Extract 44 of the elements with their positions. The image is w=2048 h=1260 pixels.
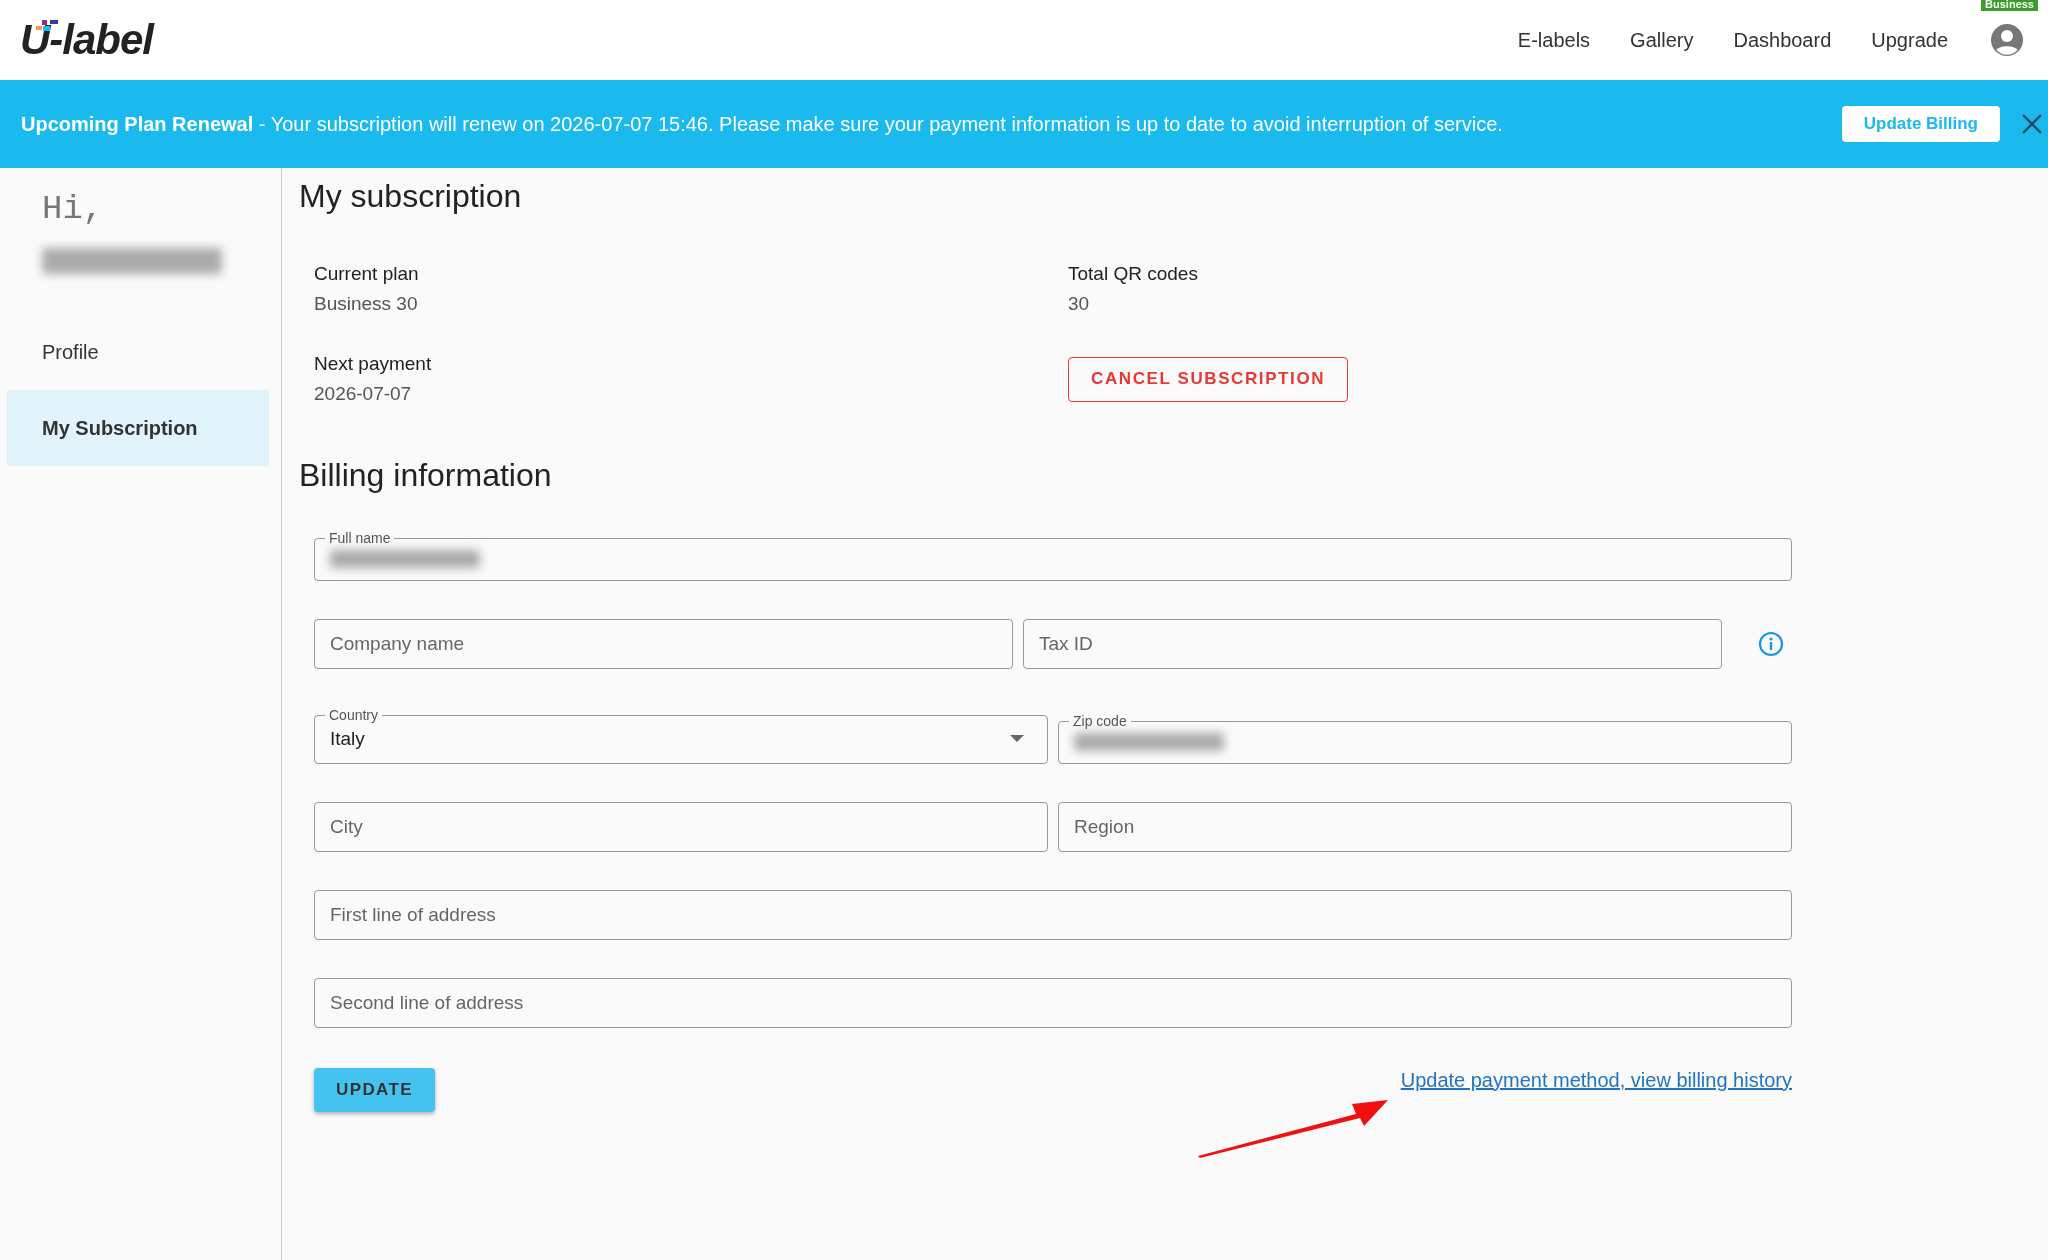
field-label: Country bbox=[328, 707, 380, 723]
avatar-icon[interactable] bbox=[1990, 23, 2024, 57]
input-field[interactable]: Full name bbox=[314, 530, 1792, 581]
field-placeholder: Tax ID bbox=[1039, 632, 1093, 656]
logo[interactable]: U-label bbox=[20, 16, 154, 64]
billing-history-link[interactable]: Update payment method, view billing history bbox=[1400, 1068, 1792, 1092]
sidebar-item[interactable]: Profile bbox=[7, 314, 269, 390]
nav-link[interactable]: Gallery bbox=[1630, 28, 1694, 52]
greeting: Hi, bbox=[42, 190, 105, 228]
field-label: Full name bbox=[328, 530, 392, 546]
plan-badge: Business bbox=[1981, 0, 2038, 11]
input-field[interactable]: Zip code bbox=[1058, 713, 1792, 764]
field-label: Zip code bbox=[1072, 713, 1128, 729]
update-button[interactable]: UPDATE bbox=[314, 1068, 436, 1112]
input-field[interactable]: Tax ID bbox=[1023, 619, 1722, 669]
input-field[interactable]: Region bbox=[1058, 802, 1792, 852]
input-field[interactable]: City bbox=[314, 802, 1048, 852]
page-title: My subscription bbox=[299, 178, 523, 215]
sidebar-item[interactable]: My Subscription bbox=[7, 390, 269, 466]
field-placeholder: Company name bbox=[330, 632, 465, 656]
field-placeholder: Second line of address bbox=[330, 991, 524, 1015]
select-value: Italy bbox=[330, 727, 365, 751]
cancel-subscription-button[interactable]: CANCEL SUBSCRIPTION bbox=[1068, 356, 1349, 402]
nav-link[interactable]: E-labels bbox=[1517, 28, 1591, 52]
input-field[interactable]: Second line of address bbox=[314, 978, 1792, 1028]
nav-link[interactable]: Dashboard bbox=[1733, 28, 1832, 52]
field-placeholder: Region bbox=[1074, 815, 1135, 839]
nav-link[interactable]: Upgrade bbox=[1871, 28, 1948, 52]
fact-value: 30 bbox=[1068, 293, 1091, 315]
input-field[interactable]: First line of address bbox=[314, 890, 1792, 940]
fact-label: Next payment bbox=[314, 353, 433, 375]
dropdown-caret-icon bbox=[1010, 735, 1024, 743]
field-placeholder: City bbox=[330, 815, 363, 839]
renewal-message: Upcoming Plan Renewal - Your subscription will renew on 2026-07-07 15:46. Please make sure your payment information is up to date to avoid interruption of service. bbox=[21, 112, 1503, 136]
section-title: Billing information bbox=[299, 457, 553, 494]
input-field[interactable]: Company name bbox=[314, 619, 1013, 669]
fact-value: Business 30 bbox=[314, 293, 419, 315]
close-icon[interactable] bbox=[2020, 112, 2044, 136]
fact-label: Current plan bbox=[314, 263, 420, 285]
field-placeholder: First line of address bbox=[330, 903, 496, 927]
country-select[interactable]: Country Italy bbox=[314, 707, 1048, 764]
fact-value: 2026-07-07 bbox=[314, 383, 413, 405]
fact-label: Total QR codes bbox=[1068, 263, 1199, 285]
info-icon[interactable] bbox=[1758, 631, 1784, 657]
